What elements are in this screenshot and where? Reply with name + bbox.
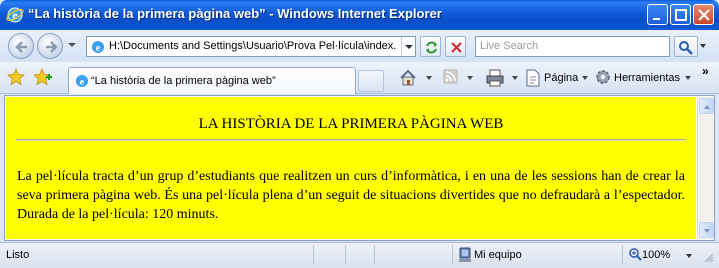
close-icon [698, 9, 710, 21]
zoom-icon[interactable] [628, 247, 642, 261]
address-row: e H:\Documents and Settings\Usuario\Prov… [0, 30, 719, 62]
add-favorites-icon[interactable] [33, 68, 53, 86]
resize-grip-icon[interactable] [704, 253, 714, 263]
feeds-dropdown[interactable] [467, 76, 473, 80]
page-menu-label: Página [544, 72, 579, 84]
new-tab-button[interactable] [358, 70, 384, 92]
feeds-button[interactable] [442, 68, 464, 90]
search-placeholder: Live Search [480, 40, 539, 52]
address-field[interactable]: e H:\Documents and Settings\Usuario\Prov… [86, 36, 416, 57]
forward-icon [46, 41, 58, 53]
tools-menu[interactable]: Herramientas [594, 68, 694, 90]
print-icon [486, 69, 504, 87]
refresh-icon [426, 41, 437, 54]
title-bar: e “La història de la primera pàgina web”… [0, 0, 719, 30]
stop-button[interactable] [445, 36, 466, 57]
ie-page-icon: e [76, 75, 88, 88]
horizontal-rule [16, 139, 686, 141]
tools-gear-icon [596, 70, 610, 84]
zoom-level[interactable]: 100% [642, 249, 670, 261]
window-title: “La història de la primera pàgina web” -… [28, 6, 442, 21]
command-bar: e “La història de la primera pàgina web” [0, 62, 719, 94]
home-button[interactable] [398, 68, 422, 90]
minimize-button[interactable] [647, 4, 668, 25]
back-button[interactable] [8, 33, 34, 59]
maximize-icon [675, 9, 687, 21]
security-zone-label: Mi equipo [474, 249, 522, 261]
tools-dropdown[interactable] [685, 76, 691, 80]
close-button[interactable] [693, 4, 714, 25]
more-commands-chevron[interactable]: » [702, 64, 709, 78]
address-dropdown[interactable] [401, 37, 415, 56]
page-menu[interactable]: Página [524, 68, 586, 90]
status-divider [345, 245, 346, 265]
svg-text:e: e [96, 43, 101, 54]
status-bar: Listo Mi equipo 100% [0, 242, 719, 268]
tab-label: “La història de la primera pàgina web” [91, 75, 276, 87]
minimize-icon [653, 18, 660, 20]
print-button[interactable] [485, 68, 509, 90]
favorites-star-icon[interactable] [7, 68, 25, 86]
stop-icon [451, 42, 462, 53]
maximize-button[interactable] [670, 4, 691, 25]
web-page: LA HISTÒRIA DE LA PRIMERA PÀGINA WEB La … [6, 97, 696, 239]
tools-menu-label: Herramientas [614, 72, 681, 84]
scroll-down-button[interactable] [699, 222, 714, 238]
search-input[interactable]: Live Search [475, 36, 670, 57]
computer-zone-icon [459, 247, 471, 262]
refresh-button[interactable] [420, 36, 441, 57]
status-divider [452, 245, 453, 265]
address-url: H:\Documents and Settings\Usuario\Prova … [109, 40, 397, 52]
zoom-dropdown[interactable] [686, 254, 692, 258]
vertical-scrollbar[interactable] [697, 97, 714, 239]
home-icon [400, 69, 416, 86]
scroll-up-button[interactable] [699, 98, 714, 114]
page-dropdown[interactable] [582, 76, 588, 80]
status-divider [374, 245, 375, 265]
status-text: Listo [6, 249, 30, 261]
search-icon [679, 41, 693, 55]
status-divider [622, 245, 623, 265]
recent-pages-dropdown[interactable] [68, 43, 76, 47]
page-paragraph: La pel·lícula tracta d’un grup d’estudia… [17, 169, 685, 222]
search-button[interactable] [674, 36, 698, 57]
print-dropdown[interactable] [512, 76, 518, 80]
tab-current-page[interactable]: e “La història de la primera pàgina web” [68, 67, 356, 94]
status-divider [313, 245, 314, 265]
home-dropdown[interactable] [426, 76, 432, 80]
forward-button[interactable] [37, 33, 63, 59]
search-options-dropdown[interactable] [700, 44, 706, 48]
back-icon [15, 41, 27, 53]
feeds-icon [443, 69, 458, 84]
svg-text:e: e [80, 77, 85, 88]
page-heading: LA HISTÒRIA DE LA PRIMERA PÀGINA WEB [198, 116, 504, 132]
ie-page-icon: e [92, 41, 104, 54]
ie-icon: e [6, 7, 24, 23]
page-icon [526, 69, 540, 87]
